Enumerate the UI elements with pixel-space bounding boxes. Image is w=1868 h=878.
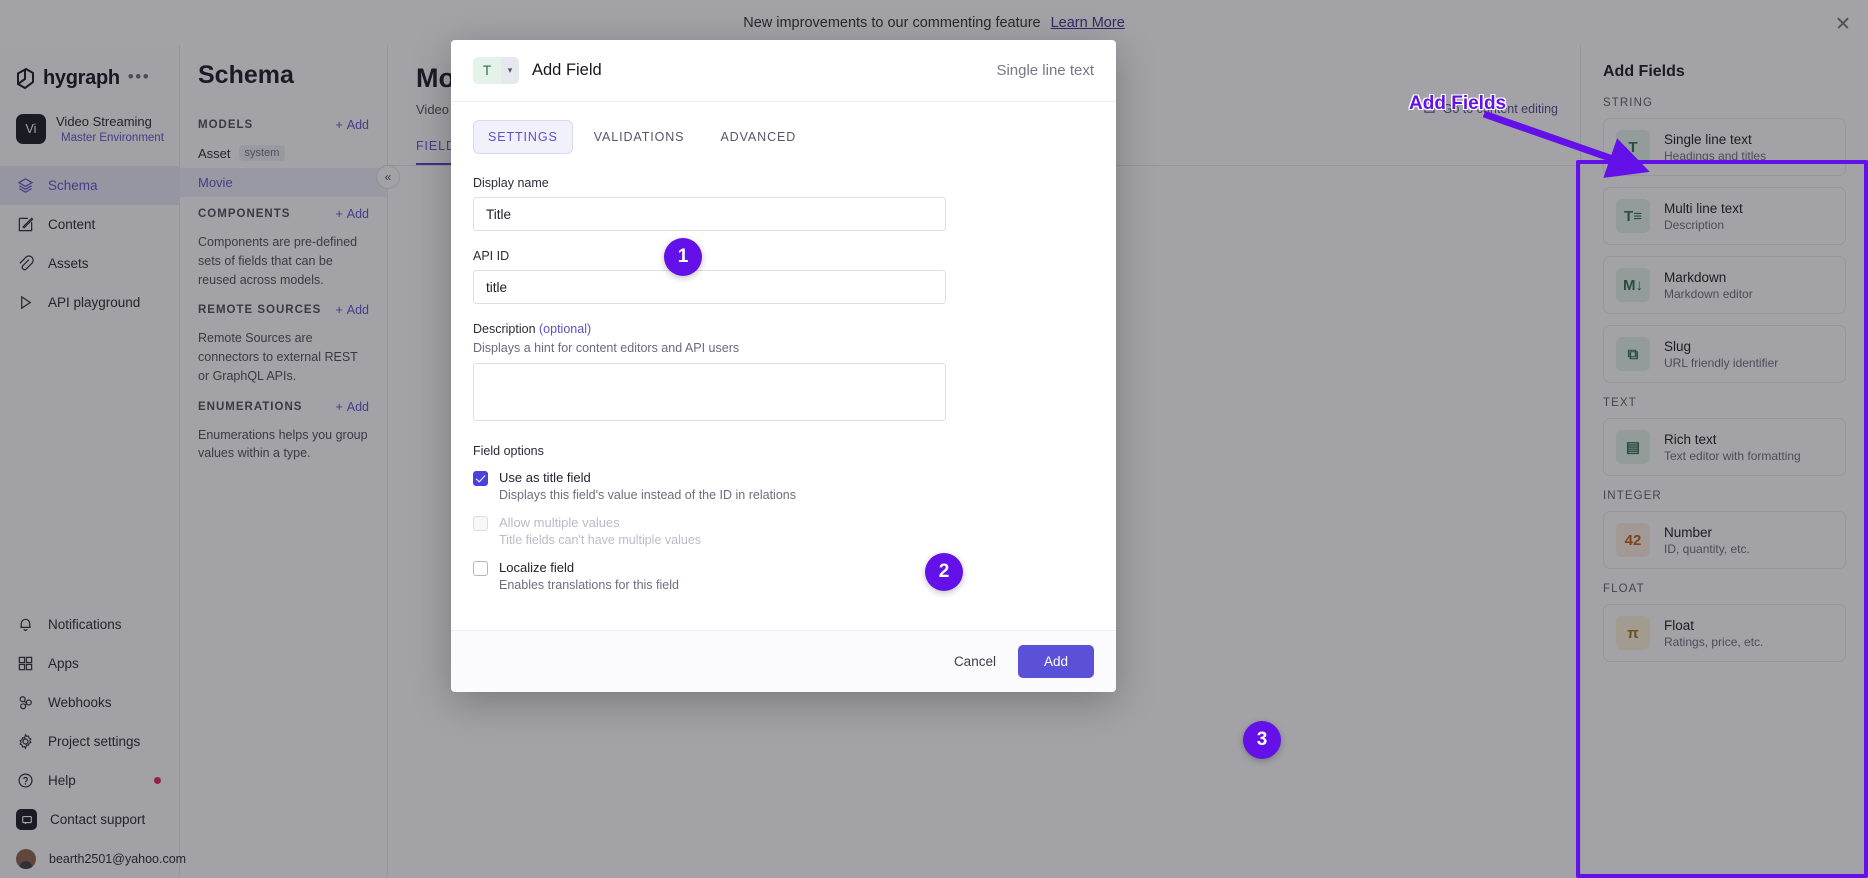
option-texts: Localize field Enables translations for …: [499, 560, 679, 592]
modal-title: Add Field: [532, 61, 602, 79]
option-name: Use as title field: [499, 470, 591, 485]
cancel-button[interactable]: Cancel: [954, 654, 996, 669]
display-name-input[interactable]: [473, 197, 946, 231]
modal-field-type: Single line text: [996, 62, 1094, 79]
modal-tabs: SETTINGS VALIDATIONS ADVANCED: [451, 102, 1116, 154]
display-name-label: Display name: [473, 176, 549, 190]
description-textarea[interactable]: [473, 363, 946, 421]
localize-field-checkbox[interactable]: [473, 561, 488, 576]
description-hint: Displays a hint for content editors and …: [473, 341, 740, 355]
description-label-text: Description: [473, 322, 536, 336]
tab-advanced[interactable]: ADVANCED: [705, 120, 811, 154]
field-type-chip[interactable]: T ▾: [473, 57, 519, 84]
tab-settings[interactable]: SETTINGS: [473, 120, 573, 154]
option-texts: Use as title field Displays this field's…: [499, 470, 796, 502]
modal-header: T ▾ Add Field Single line text: [451, 40, 1116, 102]
api-id-label: API ID: [473, 249, 510, 263]
api-id-input[interactable]: [473, 270, 946, 304]
field-options-title: Field options: [473, 444, 544, 458]
api-id-group: API ID: [473, 249, 1094, 304]
option-localize-field[interactable]: Localize field Enables translations for …: [473, 560, 1094, 592]
option-allow-multiple-values: Allow multiple values Title fields can't…: [473, 515, 1094, 547]
single-line-text-icon: T: [473, 57, 501, 84]
option-sub: Title fields can't have multiple values: [499, 533, 702, 547]
tab-validations[interactable]: VALIDATIONS: [579, 120, 700, 154]
add-button[interactable]: Add: [1017, 645, 1094, 678]
description-optional-tag: (optional): [539, 322, 592, 336]
description-label: Description (optional): [473, 322, 1094, 336]
modal-body: Display name API ID Description (optiona…: [451, 154, 1116, 630]
display-name-group: Display name: [473, 176, 1094, 231]
modal-footer: Cancel Add: [451, 630, 1116, 692]
option-sub: Enables translations for this field: [499, 578, 679, 592]
app-root: New improvements to our commenting featu…: [0, 0, 1868, 878]
field-options-group: Field options Use as title field Display…: [473, 444, 1094, 592]
chevron-down-icon: ▾: [501, 57, 519, 84]
allow-multiple-values-checkbox: [473, 516, 488, 531]
description-group: Description (optional) Displays a hint f…: [473, 322, 1094, 426]
option-name: Allow multiple values: [499, 515, 620, 530]
option-sub: Displays this field's value instead of t…: [499, 488, 796, 502]
add-field-modal: T ▾ Add Field Single line text SETTINGS …: [451, 40, 1116, 692]
use-as-title-field-checkbox[interactable]: [473, 471, 488, 486]
option-use-as-title-field[interactable]: Use as title field Displays this field's…: [473, 470, 1094, 502]
option-name: Localize field: [499, 560, 575, 575]
option-texts: Allow multiple values Title fields can't…: [499, 515, 701, 547]
